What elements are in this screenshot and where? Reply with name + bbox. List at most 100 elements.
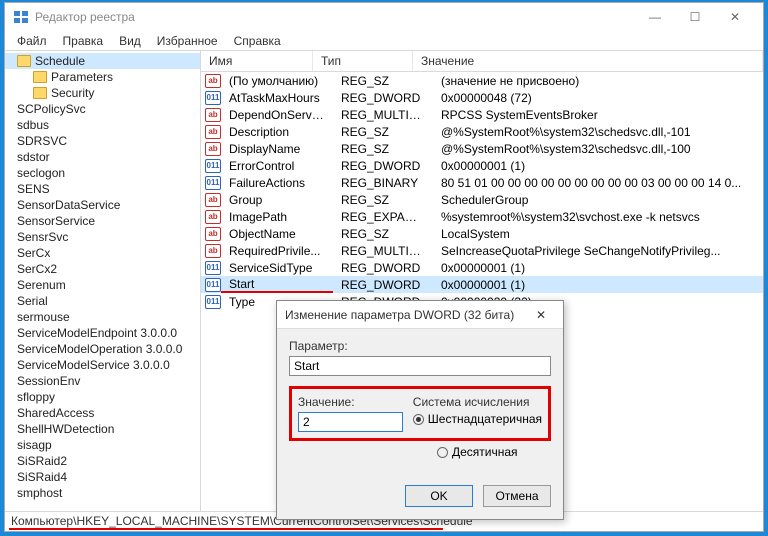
cell-name: ImagePath [221,210,333,224]
cell-name: Group [221,193,333,207]
tree-item[interactable]: SerCx [5,245,200,261]
value-input[interactable] [298,412,403,432]
cell-value: SeIncreaseQuotaPrivilege SeChangeNotifyP… [433,244,763,258]
binary-value-icon: 011 [205,91,221,105]
string-value-icon: ab [205,227,221,241]
value-label: Значение: [298,395,403,409]
tree-item[interactable]: sfloppy [5,389,200,405]
tree-item[interactable]: SCPolicySvc [5,101,200,117]
tree-item[interactable]: seclogon [5,165,200,181]
value-row[interactable]: abObjectNameREG_SZLocalSystem [201,225,763,242]
radio-hex[interactable]: Шестнадцатеричная [413,412,542,426]
tree-item[interactable]: Parameters [5,69,200,85]
tree-item[interactable]: SharedAccess [5,405,200,421]
menu-favorites[interactable]: Избранное [151,32,224,50]
menu-file[interactable]: Файл [11,32,53,50]
minimize-button[interactable]: — [635,4,675,30]
tree-item[interactable]: SiSRaid2 [5,453,200,469]
cell-name: FailureActions [221,176,333,190]
maximize-button[interactable]: ☐ [675,4,715,30]
cell-value: 0x00000001 (1) [433,278,763,292]
binary-value-icon: 011 [205,159,221,173]
cell-name: Description [221,125,333,139]
cell-name: RequiredPrivile... [221,244,333,258]
value-row[interactable]: 011ServiceSidTypeREG_DWORD0x00000001 (1) [201,259,763,276]
list-header: Имя Тип Значение [201,51,763,72]
menu-view[interactable]: Вид [113,32,147,50]
dialog-close-icon[interactable]: ✕ [527,308,555,322]
tree-item-selected[interactable]: Schedule [5,53,200,69]
dialog-buttons: OK Отмена [277,477,563,519]
tree-item[interactable]: SDRSVC [5,133,200,149]
tree-item[interactable]: ServiceModelService 3.0.0.0 [5,357,200,373]
cell-name: AtTaskMaxHours [221,91,333,105]
tree-item[interactable]: SiSRaid4 [5,469,200,485]
cell-type: REG_SZ [333,125,433,139]
tree-item[interactable]: SensorDataService [5,197,200,213]
value-row[interactable]: abGroupREG_SZSchedulerGroup [201,191,763,208]
param-name-input[interactable] [289,356,551,376]
value-row[interactable]: ab(По умолчанию)REG_SZ(значение не присв… [201,72,763,89]
cell-name: ObjectName [221,227,333,241]
value-row[interactable]: 011ErrorControlREG_DWORD0x00000001 (1) [201,157,763,174]
app-icon [13,9,29,25]
tree-item[interactable]: Security [5,85,200,101]
binary-value-icon: 011 [205,295,221,309]
tree-item[interactable]: SensrSvc [5,229,200,245]
cell-value: (значение не присвоено) [433,74,763,88]
tree-item[interactable]: sdbus [5,117,200,133]
string-value-icon: ab [205,108,221,122]
param-label: Параметр: [289,339,551,353]
radio-dec[interactable]: Десятичная [437,445,551,459]
value-row[interactable]: 011FailureActionsREG_BINARY80 51 01 00 0… [201,174,763,191]
cell-type: REG_DWORD [333,261,433,275]
cancel-button[interactable]: Отмена [483,485,551,507]
col-type[interactable]: Тип [313,51,413,71]
tree-item[interactable]: SensorService [5,213,200,229]
ok-button[interactable]: OK [405,485,473,507]
value-row[interactable]: abRequiredPrivile...REG_MULTI_SZSeIncrea… [201,242,763,259]
radio-dot-icon [437,447,448,458]
col-value[interactable]: Значение [413,51,763,71]
string-value-icon: ab [205,210,221,224]
value-row[interactable]: abDisplayNameREG_SZ@%SystemRoot%\system3… [201,140,763,157]
menu-edit[interactable]: Правка [57,32,110,50]
cell-type: REG_DWORD [333,91,433,105]
tree-item[interactable]: ServiceModelOperation 3.0.0.0 [5,341,200,357]
tree-item[interactable]: ShellHWDetection [5,421,200,437]
cell-type: REG_EXPAND_SZ [333,210,433,224]
value-row[interactable]: abImagePathREG_EXPAND_SZ%systemroot%\sys… [201,208,763,225]
tree-item[interactable]: sisagp [5,437,200,453]
titlebar: Редактор реестра — ☐ ✕ [5,3,763,31]
cell-value: 80 51 01 00 00 00 00 00 00 00 00 00 03 0… [433,176,763,190]
string-value-icon: ab [205,193,221,207]
col-name[interactable]: Имя [201,51,313,71]
cell-type: REG_BINARY [333,176,433,190]
tree-item[interactable]: Serenum [5,277,200,293]
tree-item[interactable]: SessionEnv [5,373,200,389]
tree-item[interactable]: Serial [5,293,200,309]
tree-item[interactable]: SENS [5,181,200,197]
cell-type: REG_MULTI_SZ [333,244,433,258]
tree-item[interactable]: sdstor [5,149,200,165]
value-row[interactable]: 011StartREG_DWORD0x00000001 (1) [201,276,763,293]
tree-item[interactable]: sermouse [5,309,200,325]
tree-item[interactable]: ServiceModelEndpoint 3.0.0.0 [5,325,200,341]
menu-help[interactable]: Справка [228,32,287,50]
cell-name: DisplayName [221,142,333,156]
tree-item[interactable]: smphost [5,485,200,501]
value-row[interactable]: abDependOnServiceREG_MULTI_SZRPCSS Syste… [201,106,763,123]
cell-value: 0x00000001 (1) [433,261,763,275]
value-row[interactable]: 011AtTaskMaxHoursREG_DWORD0x00000048 (72… [201,89,763,106]
cell-type: REG_DWORD [333,278,433,292]
key-tree[interactable]: ScheduleParametersSecuritySCPolicySvcsdb… [5,51,201,511]
cell-type: REG_DWORD [333,159,433,173]
edit-dword-dialog: Изменение параметра DWORD (32 бита) ✕ Па… [276,300,564,520]
value-row[interactable]: abDescriptionREG_SZ@%SystemRoot%\system3… [201,123,763,140]
close-button[interactable]: ✕ [715,4,755,30]
cell-value: 0x00000048 (72) [433,91,763,105]
tree-item[interactable]: SerCx2 [5,261,200,277]
cell-type: REG_SZ [333,227,433,241]
base-label: Система исчисления [413,395,542,409]
cell-type: REG_SZ [333,142,433,156]
